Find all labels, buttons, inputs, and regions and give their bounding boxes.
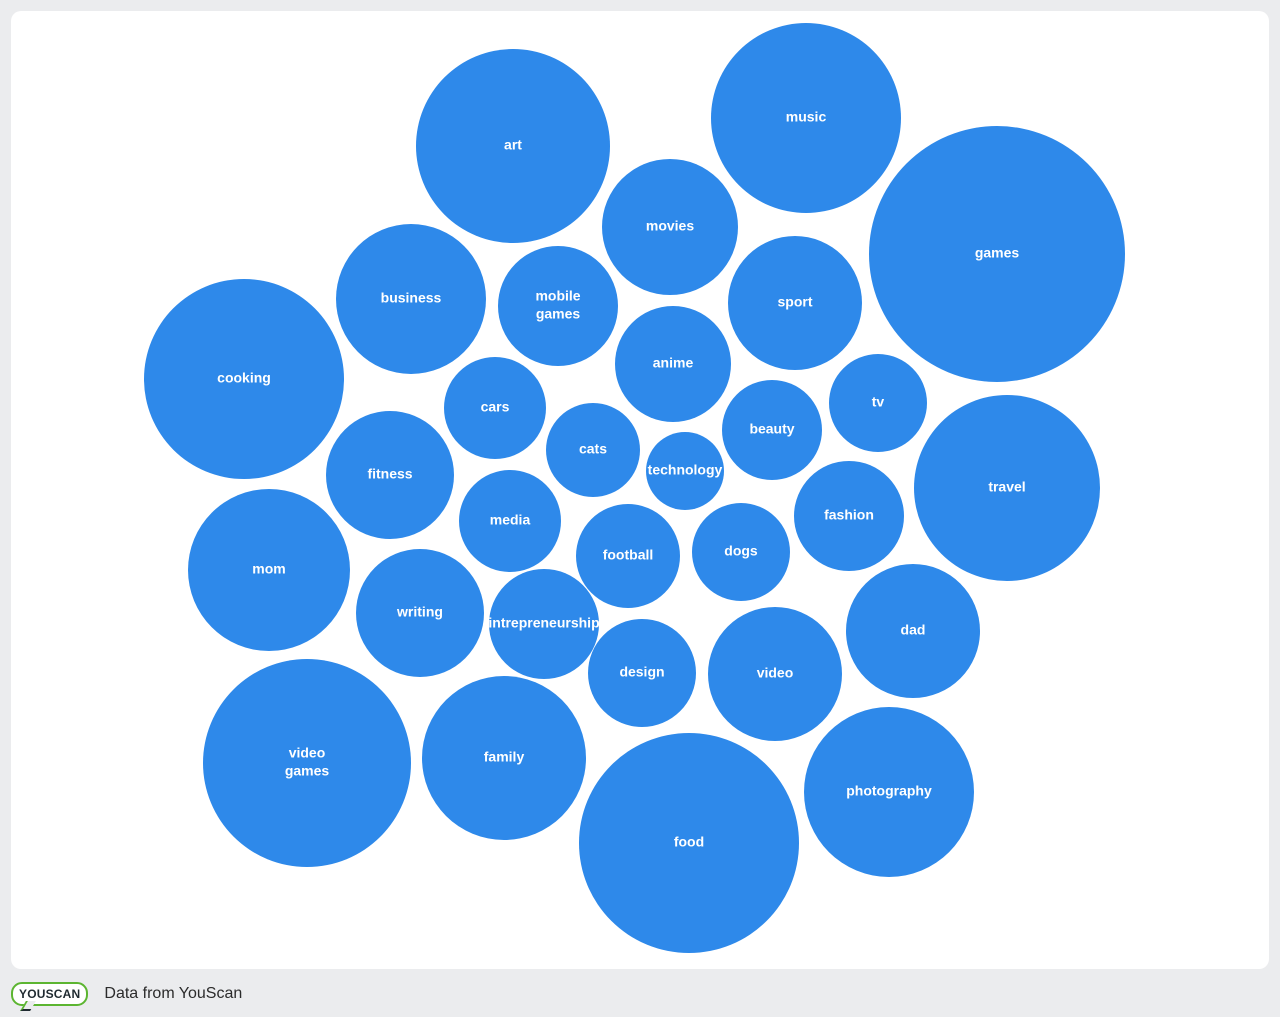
bubble-label: video — [289, 745, 326, 761]
bubble-label: video — [757, 665, 794, 681]
bubble-cooking[interactable]: cooking — [144, 279, 344, 479]
bubble-label: games — [285, 763, 330, 779]
bubble-label: sport — [778, 294, 813, 310]
bubble-mobile-games[interactable]: mobile games — [498, 246, 618, 366]
bubble-dogs[interactable]: dogs — [692, 503, 790, 601]
bubble-label: writing — [396, 604, 443, 620]
bubble-fashion[interactable]: fashion — [794, 461, 904, 571]
bubble-label: music — [786, 109, 827, 125]
bubble-label: cars — [481, 399, 510, 415]
bubble-design[interactable]: design — [588, 619, 696, 727]
bubble-label: business — [381, 290, 442, 306]
bubble-food[interactable]: food — [579, 733, 799, 953]
bubble-music[interactable]: music — [711, 23, 901, 213]
bubble-label: family — [484, 749, 525, 765]
bubble-label: photography — [846, 783, 932, 799]
bubble-label: cats — [579, 441, 607, 457]
bubble-chart: art music games movies business mobile games sp… — [144, 23, 1125, 953]
bubble-cats[interactable]: cats — [546, 403, 640, 497]
bubble-writing[interactable]: writing — [356, 549, 484, 677]
source-text: Data from YouScan — [104, 985, 243, 1002]
bubble-fitness[interactable]: fitness — [326, 411, 454, 539]
bubble-label: mobile — [535, 288, 580, 304]
bubble-label: art — [504, 137, 522, 153]
footer: YOUSCAN Data from YouScan — [11, 978, 242, 1010]
bubble-beauty[interactable]: beauty — [722, 380, 822, 480]
bubble-travel[interactable]: travel — [914, 395, 1100, 581]
bubble-label: cooking — [217, 370, 271, 386]
bubble-family[interactable]: family — [422, 676, 586, 840]
bubble-mom[interactable]: mom — [188, 489, 350, 651]
bubble-label: movies — [646, 218, 694, 234]
bubble-label: design — [619, 664, 664, 680]
bubble-label: football — [603, 547, 654, 563]
bubble-video-games[interactable]: video games — [203, 659, 411, 867]
bubble-label: tv — [872, 394, 885, 410]
bubble-label: games — [975, 245, 1020, 261]
bubble-art[interactable]: art — [416, 49, 610, 243]
bubble-intrepreneurship[interactable]: intrepreneurship — [488, 569, 600, 679]
bubble-sport[interactable]: sport — [728, 236, 862, 370]
bubble-label: food — [674, 834, 704, 850]
bubble-dad[interactable]: dad — [846, 564, 980, 698]
bubble-label: intrepreneurship — [488, 615, 599, 631]
bubble-video[interactable]: video — [708, 607, 842, 741]
bubble-label: fashion — [824, 507, 874, 523]
bubble-label: dogs — [724, 543, 758, 559]
bubble-label: dad — [901, 622, 926, 638]
chart-card: art music games movies business mobile games sp… — [11, 11, 1269, 969]
bubble-football[interactable]: football — [576, 504, 680, 608]
bubble-games[interactable]: games — [869, 126, 1125, 382]
bubble-cars[interactable]: cars — [444, 357, 546, 459]
bubble-technology[interactable]: technology — [646, 432, 724, 510]
bubble-label: mom — [252, 561, 285, 577]
bubble-photography[interactable]: photography — [804, 707, 974, 877]
bubble-label: fitness — [367, 466, 412, 482]
bubble-anime[interactable]: anime — [615, 306, 731, 422]
bubble-label: media — [490, 512, 531, 528]
bubble-label: beauty — [749, 421, 794, 437]
bubble-media[interactable]: media — [459, 470, 561, 572]
bubble-label: travel — [988, 479, 1025, 495]
bubble-business[interactable]: business — [336, 224, 486, 374]
bubble-label: anime — [653, 355, 694, 371]
bubble-movies[interactable]: movies — [602, 159, 738, 295]
bubble-tv[interactable]: tv — [829, 354, 927, 452]
youscan-logo[interactable]: YOUSCAN — [11, 982, 89, 1006]
bubble-label: games — [536, 306, 581, 322]
bubble-label: technology — [648, 462, 723, 478]
